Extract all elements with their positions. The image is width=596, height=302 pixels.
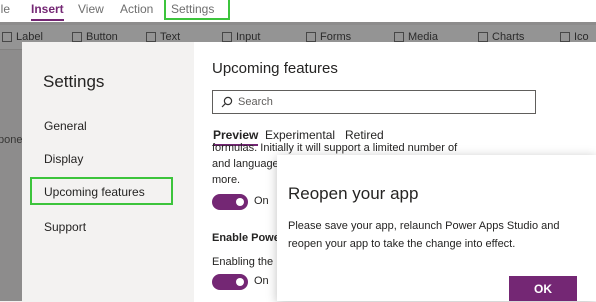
search-icon (221, 96, 233, 108)
nav-item-general[interactable]: General (44, 119, 87, 133)
nav-item-upcoming-features[interactable]: Upcoming features (30, 177, 173, 205)
search-box[interactable]: Search (212, 90, 536, 114)
nav-item-display[interactable]: Display (44, 152, 83, 166)
settings-highlight-outline (164, 0, 230, 20)
toggle-1-label: On (254, 195, 269, 207)
menubar: ile Insert View Action Settings (0, 0, 596, 22)
toggle-2-label: On (254, 275, 269, 287)
settings-nav: Settings General Display Upcoming featur… (22, 42, 194, 302)
feature-toggle-1[interactable] (212, 194, 248, 210)
menu-insert[interactable]: Insert (31, 2, 64, 21)
feature-2-label: Enable Powe (212, 232, 280, 244)
feature-description-line1: formulas. Initially it will support a li… (212, 142, 458, 154)
search-placeholder: Search (238, 96, 273, 108)
menu-file[interactable]: ile (0, 2, 10, 16)
reopen-dialog-title: Reopen your app (288, 184, 419, 203)
settings-title: Settings (43, 72, 105, 91)
menu-action[interactable]: Action (120, 2, 153, 16)
reopen-app-dialog: Reopen your app Please save your app, re… (277, 155, 596, 301)
nav-item-support[interactable]: Support (44, 220, 86, 234)
feature-toggle-2[interactable] (212, 274, 248, 290)
ok-button[interactable]: OK (509, 276, 577, 301)
content-title: Upcoming features (212, 60, 338, 77)
reopen-dialog-body: Please save your app, relaunch Power App… (288, 220, 560, 250)
menu-view[interactable]: View (78, 2, 104, 16)
